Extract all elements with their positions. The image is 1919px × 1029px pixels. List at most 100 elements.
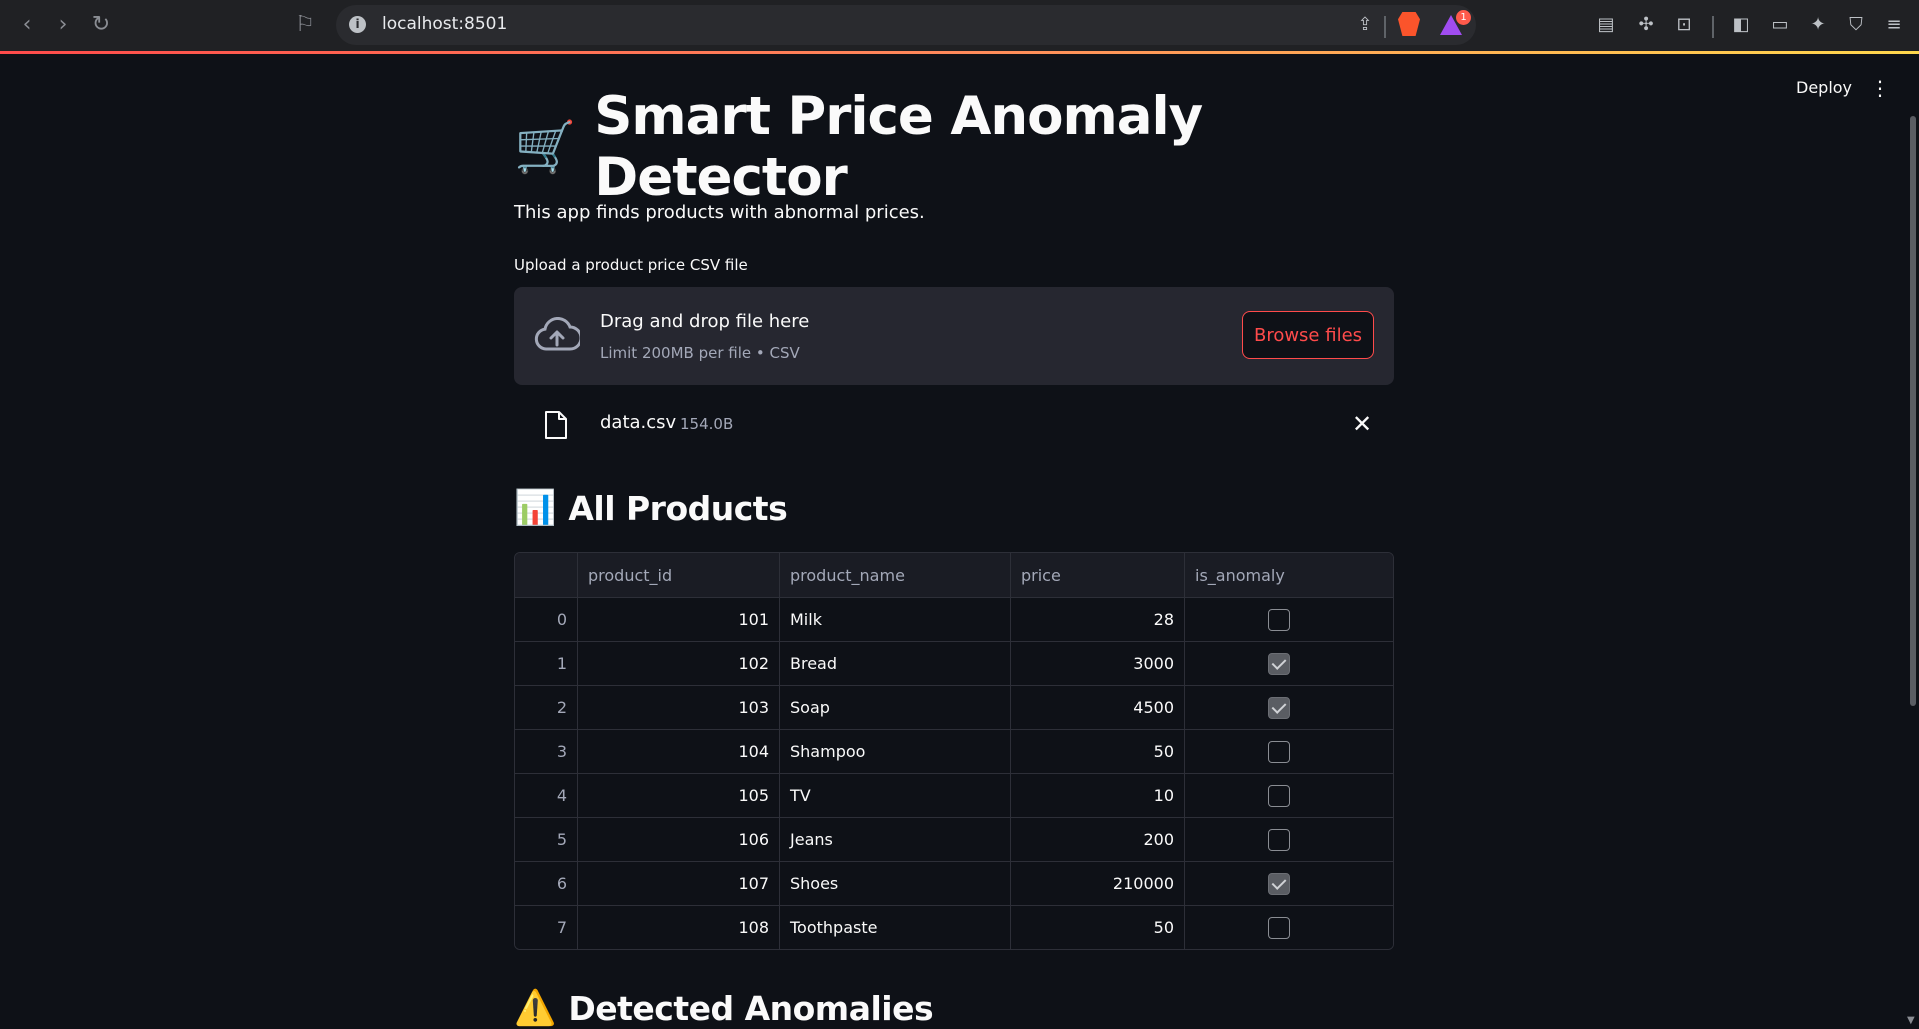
table-row[interactable]: 0 101 Milk 28 — [515, 598, 1393, 642]
checked-checkbox[interactable] — [1268, 696, 1290, 719]
reload-icon[interactable]: ↻ — [88, 12, 114, 38]
shopping-cart-icon: 🛒 — [514, 117, 577, 176]
menu-icon[interactable]: ≡ — [1882, 13, 1906, 37]
cell-is-anomaly[interactable] — [1185, 730, 1393, 773]
cell-product-id[interactable]: 104 — [578, 730, 780, 773]
cell-is-anomaly[interactable] — [1185, 686, 1393, 729]
cell-price[interactable]: 210000 — [1011, 862, 1185, 905]
share-icon[interactable]: ⇪ — [1353, 13, 1377, 37]
cell-product-name[interactable]: Toothpaste — [780, 906, 1011, 949]
table-body: 0 101 Milk 28 1 102 Bread 3000 2 103 Soap 4500 3 104 S… — [515, 598, 1393, 949]
file-size: 154.0B — [680, 415, 734, 433]
url-text: localhost:8501 — [382, 14, 508, 34]
cell-product-id[interactable]: 101 — [578, 598, 780, 641]
table-row[interactable]: 5 106 Jeans 200 — [515, 818, 1393, 862]
vpn-icon[interactable]: ⛉ — [1844, 13, 1868, 37]
forward-icon[interactable]: › — [50, 12, 76, 38]
unchecked-checkbox[interactable] — [1268, 828, 1290, 851]
app-description: This app finds products with abnormal pr… — [514, 202, 925, 223]
cell-product-id[interactable]: 108 — [578, 906, 780, 949]
cell-price[interactable]: 50 — [1011, 730, 1185, 773]
unchecked-checkbox[interactable] — [1268, 784, 1290, 807]
upload-label: Upload a product price CSV file — [514, 256, 748, 274]
scrollbar-thumb[interactable] — [1910, 116, 1916, 706]
checked-checkbox[interactable] — [1268, 652, 1290, 675]
column-header-product-id[interactable]: product_id — [578, 553, 780, 597]
scroll-down-icon[interactable]: ▼ — [1907, 1015, 1915, 1026]
file-name: data.csv — [600, 412, 677, 433]
row-index: 6 — [515, 862, 578, 905]
row-index: 0 — [515, 598, 578, 641]
products-table[interactable]: product_id product_name price is_anomaly… — [514, 552, 1394, 950]
tab-groups-icon[interactable]: ▤ — [1594, 13, 1618, 37]
back-icon[interactable]: ‹ — [14, 12, 40, 38]
wallet-icon[interactable]: ▭ — [1768, 13, 1792, 37]
file-icon — [545, 411, 567, 439]
section-title: All Products — [568, 488, 788, 528]
checked-checkbox[interactable] — [1268, 872, 1290, 895]
row-index: 1 — [515, 642, 578, 685]
cell-is-anomaly[interactable] — [1185, 598, 1393, 641]
column-header-price[interactable]: price — [1011, 553, 1185, 597]
unchecked-checkbox[interactable] — [1268, 740, 1290, 763]
cell-is-anomaly[interactable] — [1185, 862, 1393, 905]
cell-is-anomaly[interactable] — [1185, 818, 1393, 861]
cell-price[interactable]: 200 — [1011, 818, 1185, 861]
cell-product-name[interactable]: Jeans — [780, 818, 1011, 861]
browse-files-button[interactable]: Browse files — [1242, 311, 1374, 359]
table-row[interactable]: 4 105 TV 10 — [515, 774, 1393, 818]
page-title: 🛒 Smart Price Anomaly Detector — [514, 86, 1394, 208]
column-header-is-anomaly[interactable]: is_anomaly — [1185, 553, 1393, 597]
cell-price[interactable]: 3000 — [1011, 642, 1185, 685]
row-index: 4 — [515, 774, 578, 817]
bar-chart-icon: 📊 — [514, 488, 557, 528]
cell-product-id[interactable]: 102 — [578, 642, 780, 685]
column-header-product-name[interactable]: product_name — [780, 553, 1011, 597]
cell-product-name[interactable]: Bread — [780, 642, 1011, 685]
row-index: 3 — [515, 730, 578, 773]
uploaded-file: data.csv 154.0B ✕ — [514, 400, 1394, 450]
dropzone-limit: Limit 200MB per file • CSV — [600, 344, 800, 362]
screenshot-icon[interactable]: ⊡ — [1672, 13, 1696, 37]
bookmark-icon[interactable]: ⚐ — [292, 12, 318, 38]
unchecked-checkbox[interactable] — [1268, 916, 1290, 939]
unchecked-checkbox[interactable] — [1268, 608, 1290, 631]
page-load-accent — [0, 51, 1919, 54]
cell-is-anomaly[interactable] — [1185, 774, 1393, 817]
cell-product-id[interactable]: 106 — [578, 818, 780, 861]
remove-file-icon[interactable]: ✕ — [1352, 410, 1372, 438]
table-row[interactable]: 7 108 Toothpaste 50 — [515, 906, 1393, 949]
file-dropzone[interactable]: Drag and drop file here Limit 200MB per … — [514, 287, 1394, 385]
cell-is-anomaly[interactable] — [1185, 906, 1393, 949]
notification-badge: 1 — [1456, 10, 1471, 25]
table-row[interactable]: 2 103 Soap 4500 — [515, 686, 1393, 730]
address-bar[interactable]: i localhost:8501 — [336, 5, 1476, 45]
cell-product-name[interactable]: Shampoo — [780, 730, 1011, 773]
leo-ai-icon[interactable]: ✦ — [1806, 13, 1830, 37]
table-row[interactable]: 3 104 Shampoo 50 — [515, 730, 1393, 774]
table-row[interactable]: 1 102 Bread 3000 — [515, 642, 1393, 686]
cell-product-name[interactable]: Shoes — [780, 862, 1011, 905]
cell-price[interactable]: 4500 — [1011, 686, 1185, 729]
column-header-index[interactable] — [515, 553, 578, 597]
cell-price[interactable]: 28 — [1011, 598, 1185, 641]
cell-price[interactable]: 50 — [1011, 906, 1185, 949]
cell-product-name[interactable]: Soap — [780, 686, 1011, 729]
row-index: 5 — [515, 818, 578, 861]
table-row[interactable]: 6 107 Shoes 210000 — [515, 862, 1393, 906]
cell-product-id[interactable]: 103 — [578, 686, 780, 729]
section-heading-detected-anomalies: ⚠️ Detected Anomalies — [514, 988, 934, 1028]
cell-product-name[interactable]: TV — [780, 774, 1011, 817]
row-index: 2 — [515, 686, 578, 729]
deploy-button[interactable]: Deploy — [1796, 78, 1852, 97]
cell-product-id[interactable]: 107 — [578, 862, 780, 905]
site-info-icon[interactable]: i — [349, 16, 366, 33]
cell-product-name[interactable]: Milk — [780, 598, 1011, 641]
cell-is-anomaly[interactable] — [1185, 642, 1393, 685]
cell-price[interactable]: 10 — [1011, 774, 1185, 817]
sidebar-icon[interactable]: ◧ — [1729, 13, 1753, 37]
row-index: 7 — [515, 906, 578, 949]
main-menu-icon[interactable]: ⋮ — [1870, 76, 1890, 100]
extensions-icon[interactable]: ✣ — [1634, 13, 1658, 37]
cell-product-id[interactable]: 105 — [578, 774, 780, 817]
